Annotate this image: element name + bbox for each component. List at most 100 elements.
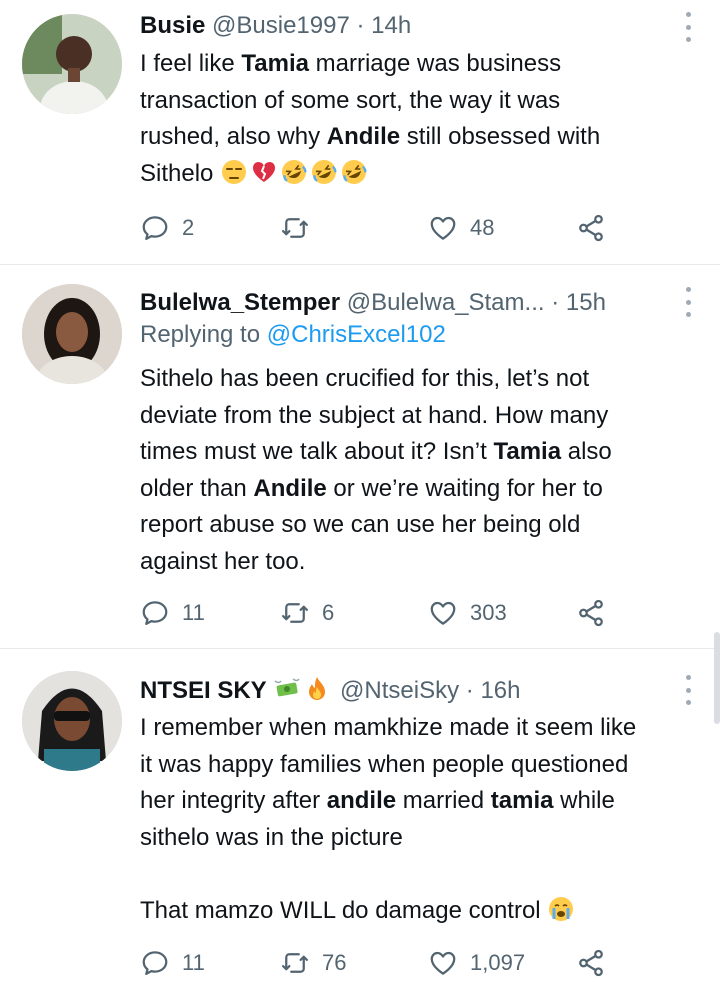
text-segment: times must we talk about it? Isn’t: [140, 438, 494, 465]
like-count: 1,097: [470, 950, 526, 975]
bold-keyword: Tamia: [493, 438, 562, 465]
tweet-line: her integrity after andile married tamia…: [140, 783, 700, 820]
mention-link[interactable]: @ChrisExcel102: [267, 321, 446, 348]
text-segment: married: [396, 787, 491, 814]
text-segment: still obsessed with: [400, 123, 601, 150]
bold-keyword: Andile: [326, 123, 401, 150]
tweet-text: I feel like Tamia marriage was business t…: [140, 46, 700, 192]
text-segment: report abuse so we can use her being old: [140, 511, 581, 538]
share-button[interactable]: [576, 595, 618, 631]
text-segment: I remember when mamkhize made it seem li…: [140, 714, 637, 741]
crying-emoji-icon: [549, 896, 574, 921]
retweet-button[interactable]: [280, 210, 322, 246]
reply-count: 11: [182, 950, 205, 975]
tweet-header: Busie @Busie1997 · 14h: [140, 8, 680, 44]
tweet-line: I feel like Tamia marriage was business: [140, 46, 700, 83]
reply-count: 2: [182, 215, 195, 240]
reply-icon: [142, 951, 168, 975]
retweet-count: 6: [322, 600, 335, 625]
tweet-line: I remember when mamkhize made it seem li…: [140, 710, 700, 747]
rofl-emoji-icon: [282, 159, 307, 184]
timestamp[interactable]: 15h: [566, 289, 606, 316]
retweet-icon: [282, 953, 308, 973]
more-icon[interactable]: [684, 287, 692, 317]
timestamp[interactable]: 14h: [371, 12, 411, 39]
avatar[interactable]: [22, 284, 122, 384]
user-handle[interactable]: @Bulelwa_Stam...: [347, 289, 545, 316]
scrollbar-thumb[interactable]: [714, 632, 720, 724]
tweet-text: Sithelo has been crucified for this, let…: [140, 361, 700, 580]
tweet-line: rushed, also why Andile still obsessed w…: [140, 119, 700, 156]
tweet-line: times must we talk about it? Isn’t Tamia…: [140, 434, 700, 471]
display-name[interactable]: NTSEI SKY: [140, 677, 267, 704]
replying-to: Replying to @ChrisExcel102: [140, 317, 700, 354]
retweet-button[interactable]: 6: [280, 595, 334, 631]
reply-button[interactable]: 2: [140, 210, 194, 246]
like-icon: [430, 216, 456, 240]
tweet-text: I remember when mamkhize made it seem li…: [140, 710, 700, 929]
separator-dot: ·: [356, 12, 365, 39]
like-button[interactable]: 48: [428, 210, 494, 246]
tweet-line: sithelo was in the picture: [140, 820, 700, 857]
text-segment: marriage was business: [308, 50, 562, 77]
tweet-line: older than Andile or we’re waiting for h…: [140, 471, 700, 508]
separator-dot: ·: [551, 289, 560, 316]
display-name[interactable]: Busie: [140, 12, 205, 39]
share-icon: [579, 214, 603, 242]
retweet-button[interactable]: 76: [280, 945, 346, 981]
like-icon: [430, 601, 456, 625]
share-icon: [579, 949, 603, 977]
more-icon[interactable]: [684, 12, 692, 42]
text-segment: it was happy families when people questi…: [140, 750, 629, 778]
tweet-line: Sithelo: [140, 156, 700, 193]
avatar[interactable]: [22, 14, 122, 114]
share-button[interactable]: [576, 210, 618, 246]
text-segment: Sithelo has been crucified for this, let…: [140, 365, 590, 392]
tweet-header: NTSEI SKY @NtseiSky · 16h: [140, 673, 680, 709]
user-handle[interactable]: @NtseiSky: [340, 677, 459, 704]
tweet-line: deviate from the subject at hand. How ma…: [140, 398, 700, 435]
reply-icon: [142, 216, 168, 240]
avatar[interactable]: [22, 671, 122, 771]
tweet-line: against her too.: [140, 544, 700, 581]
rofl-emoji-icon: [312, 159, 337, 184]
tweet-actions: 11 76 1,097: [140, 945, 620, 981]
user-handle[interactable]: @Busie1997: [212, 12, 350, 39]
text-segment: also: [561, 438, 612, 465]
unamused-emoji-icon: [222, 159, 247, 184]
text-segment: Sithelo: [140, 159, 221, 187]
more-icon[interactable]: [684, 675, 692, 705]
bold-keyword: andile: [326, 787, 397, 814]
like-button[interactable]: 303: [428, 595, 507, 631]
bold-keyword: Andile: [253, 474, 327, 502]
text-segment: older than: [140, 474, 254, 502]
tweet-3[interactable]: NTSEI SKY @NtseiSky · 16h I remember whe…: [0, 649, 720, 983]
tweet-line: Sithelo has been crucified for this, let…: [140, 361, 700, 398]
tweet-actions: 11 6 303: [140, 595, 620, 631]
text-segment: That mamzo WILL do damage control: [140, 896, 548, 924]
share-button[interactable]: [576, 945, 618, 981]
tweet-line: report abuse so we can use her being old: [140, 507, 700, 544]
tweet-2[interactable]: Bulelwa_Stemper @Bulelwa_Stam... · 15h R…: [0, 265, 720, 648]
share-icon: [579, 599, 603, 627]
retweet-icon: [282, 603, 308, 623]
tweet-line: transaction of some sort, the way it was: [140, 83, 700, 120]
like-count: 303: [470, 600, 507, 625]
text-segment: I feel like: [140, 50, 242, 77]
fire-icon: [309, 677, 326, 700]
like-button[interactable]: 1,097: [428, 945, 525, 981]
replying-to-label: Replying to: [140, 321, 267, 348]
tweet-line: it was happy families when people questi…: [140, 747, 700, 784]
tweet-line: That mamzo WILL do damage control: [140, 893, 700, 930]
reply-button[interactable]: 11: [140, 595, 205, 631]
text-segment: rushed, also why: [140, 123, 327, 150]
display-name[interactable]: Bulelwa_Stemper: [140, 289, 340, 316]
like-count: 48: [470, 215, 495, 240]
reply-icon: [142, 601, 168, 625]
text-segment: while: [553, 787, 615, 814]
reply-button[interactable]: 11: [140, 945, 205, 981]
timestamp[interactable]: 16h: [480, 677, 520, 704]
separator-dot: ·: [465, 677, 474, 704]
tweet-1[interactable]: Busie @Busie1997 · 14h I feel like Tamia…: [0, 0, 720, 264]
text-segment: her integrity after: [140, 787, 327, 814]
